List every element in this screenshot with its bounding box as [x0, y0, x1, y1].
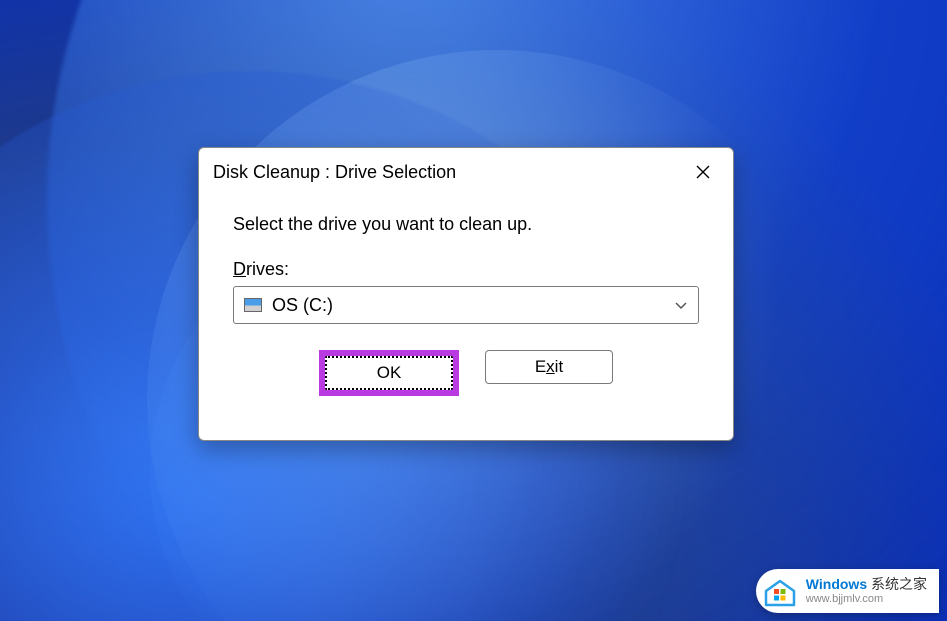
watermark-logo [762, 573, 798, 609]
dialog-body: Select the drive you want to clean up. D… [199, 196, 733, 440]
drive-select[interactable]: OS (C:) [233, 286, 699, 324]
button-row: OK Exit [233, 350, 699, 396]
titlebar: Disk Cleanup : Drive Selection [199, 148, 733, 196]
disk-cleanup-dialog: Disk Cleanup : Drive Selection Select th… [198, 147, 734, 441]
close-icon [696, 165, 710, 179]
ok-button[interactable]: OK [325, 356, 453, 390]
ok-highlight-marker: OK [319, 350, 459, 396]
watermark-url: www.bjjmlv.com [806, 593, 927, 605]
instruction-text: Select the drive you want to clean up. [233, 214, 699, 235]
watermark-title: Windows 系统之家 [806, 577, 927, 592]
chevron-down-icon [674, 298, 688, 312]
drive-icon [244, 298, 262, 312]
close-button[interactable] [687, 156, 719, 188]
drives-label: Drives: [233, 259, 699, 280]
dialog-title: Disk Cleanup : Drive Selection [213, 162, 456, 183]
drive-selected-value: OS (C:) [272, 295, 664, 316]
watermark-text: Windows 系统之家 www.bjjmlv.com [806, 577, 927, 604]
watermark: Windows 系统之家 www.bjjmlv.com [756, 569, 939, 613]
exit-button[interactable]: Exit [485, 350, 613, 384]
